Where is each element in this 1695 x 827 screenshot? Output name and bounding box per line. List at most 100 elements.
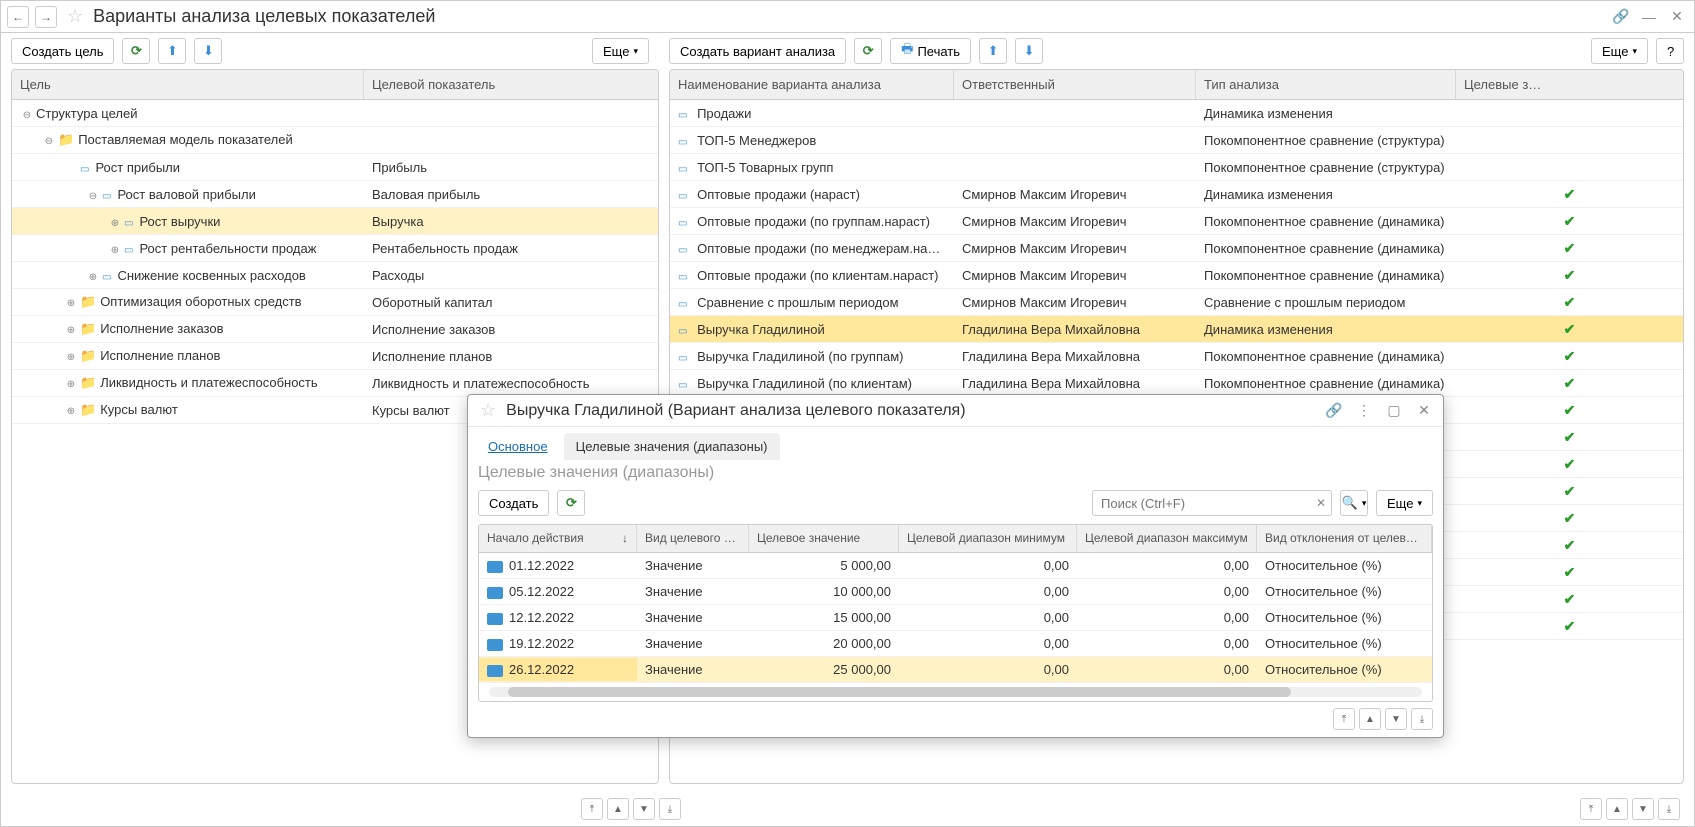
variant-row[interactable]: ▭ Оптовые продажи (по группам.нараст)Сми… — [670, 208, 1683, 235]
folder-icon: 📁 — [80, 402, 96, 417]
move-up-variant-button[interactable]: ⬆ — [979, 38, 1007, 64]
more-menu-left[interactable]: Еще ▾ — [592, 38, 649, 64]
target-row[interactable]: 05.12.2022Значение10 000,000,000,00Относ… — [479, 579, 1432, 605]
favorite-star-icon[interactable]: ☆ — [480, 400, 496, 421]
scroll-down-button[interactable]: ▼ — [633, 798, 655, 820]
target-row[interactable]: 19.12.2022Значение20 000,000,000,00Относ… — [479, 631, 1432, 657]
horizontal-scrollbar[interactable] — [489, 687, 1422, 697]
tab-targets[interactable]: Целевые значения (диапазоны) — [564, 433, 780, 460]
scroll-top-button[interactable]: ⤒ — [581, 798, 603, 820]
variant-name: Выручка Гладилиной (по группам) — [697, 349, 903, 364]
collapse-icon[interactable]: ⊖ — [42, 136, 56, 147]
variant-row[interactable]: ▭ Выручка Гладилиной (по клиентам)Гладил… — [670, 370, 1683, 397]
scroll-down-button[interactable]: ▼ — [1385, 708, 1407, 730]
tree-row[interactable]: ⊖📁Поставляемая модель показателей — [12, 127, 658, 154]
variant-row[interactable]: ▭ Оптовые продажи (по клиентам.нараст)См… — [670, 262, 1683, 289]
tree-row[interactable]: ⊕📁Исполнение плановИсполнение планов — [12, 343, 658, 370]
expand-icon[interactable]: ⊕ — [108, 218, 122, 229]
tree-row[interactable]: ⊖Структура целей — [12, 100, 658, 127]
clear-search-icon[interactable]: ✕ — [1316, 496, 1326, 510]
col-targets[interactable]: Целевые з… — [1456, 70, 1683, 99]
target-row[interactable]: 01.12.2022Значение5 000,000,000,00Относи… — [479, 553, 1432, 579]
move-down-variant-button[interactable]: ⬇ — [1015, 38, 1043, 64]
variant-row[interactable]: ▭ ПродажиДинамика изменения — [670, 100, 1683, 127]
col-type[interactable]: Тип анализа — [1196, 70, 1456, 99]
favorite-star-icon[interactable]: ☆ — [67, 6, 83, 27]
tree-row[interactable]: ⊕▭Снижение косвенных расходовРасходы — [12, 262, 658, 289]
variant-row[interactable]: ▭ ТОП-5 Товарных группПокомпонентное сра… — [670, 154, 1683, 181]
col-responsible[interactable]: Ответственный — [954, 70, 1196, 99]
pcol-kind[interactable]: Вид целевого з… — [637, 525, 749, 552]
search-input[interactable] — [1092, 490, 1332, 516]
tab-main[interactable]: Основное — [476, 433, 560, 460]
scroll-bottom-button[interactable]: ⤓ — [1658, 798, 1680, 820]
scroll-top-button[interactable]: ⤒ — [1333, 708, 1355, 730]
scroll-top-button[interactable]: ⤒ — [1580, 798, 1602, 820]
create-goal-button[interactable]: Создать цель — [11, 38, 114, 64]
create-target-button[interactable]: Создать — [478, 490, 549, 516]
col-goal[interactable]: Цель — [12, 70, 364, 99]
maximize-icon[interactable]: ▢ — [1383, 400, 1405, 422]
create-variant-button[interactable]: Создать вариант анализа — [669, 38, 846, 64]
tree-row[interactable]: ⊕📁Ликвидность и платежеспособностьЛиквид… — [12, 370, 658, 397]
close-icon[interactable]: ✕ — [1666, 6, 1688, 28]
nav-back-button[interactable]: ← — [7, 6, 29, 28]
variant-row[interactable]: ▭ Выручка Гладилиной (по группам)Гладили… — [670, 343, 1683, 370]
more-menu-right[interactable]: Еще ▾ — [1591, 38, 1648, 64]
expand-icon[interactable]: ⊕ — [64, 352, 78, 363]
scroll-up-button[interactable]: ▲ — [607, 798, 629, 820]
indicator-cell: Прибыль — [364, 156, 658, 179]
dev-cell: Относительное (%) — [1257, 632, 1432, 655]
refresh-button[interactable]: ⟳ — [122, 38, 150, 64]
col-indicator[interactable]: Целевой показатель — [364, 70, 658, 99]
collapse-icon[interactable]: ⊖ — [20, 110, 34, 121]
link-icon[interactable]: 🔗 — [1610, 6, 1632, 28]
pcol-min[interactable]: Целевой диапазон минимум — [899, 525, 1077, 552]
variant-row[interactable]: ▭ Оптовые продажи (нараст)Смирнов Максим… — [670, 181, 1683, 208]
more-targets-button[interactable]: Еще ▾ — [1376, 490, 1433, 516]
menu-dots-icon[interactable]: ⋮ — [1353, 400, 1375, 422]
nav-forward-button[interactable]: → — [35, 6, 57, 28]
expand-icon[interactable]: ⊕ — [64, 406, 78, 417]
search-menu-button[interactable]: 🔍 ▾ — [1340, 490, 1368, 516]
scroll-bottom-button[interactable]: ⤓ — [1411, 708, 1433, 730]
variant-row[interactable]: ▭ Выручка ГладилинойГладилина Вера Михай… — [670, 316, 1683, 343]
tree-row[interactable]: ▭Рост прибылиПрибыль — [12, 154, 658, 181]
pcol-max[interactable]: Целевой диапазон максимум — [1077, 525, 1257, 552]
col-variant-name[interactable]: Наименование варианта анализа — [670, 70, 954, 99]
target-row[interactable]: 26.12.2022Значение25 000,000,000,00Относ… — [479, 657, 1432, 683]
move-up-button[interactable]: ⬆ — [158, 38, 186, 64]
expand-icon[interactable]: ⊕ — [108, 245, 122, 256]
print-button[interactable]: 🖶 Печать — [890, 38, 971, 64]
minimize-icon[interactable]: — — [1638, 6, 1660, 28]
pcol-dev[interactable]: Вид отклонения от целевог… — [1257, 525, 1432, 552]
expand-icon[interactable]: ⊕ — [64, 298, 78, 309]
close-icon[interactable]: ✕ — [1413, 400, 1435, 422]
scroll-down-button[interactable]: ▼ — [1632, 798, 1654, 820]
tree-row[interactable]: ⊕▭Рост рентабельности продажРентабельнос… — [12, 235, 658, 262]
pcol-start[interactable]: Начало действия ↓ — [479, 525, 637, 552]
refresh-variants-button[interactable]: ⟳ — [854, 38, 882, 64]
move-down-button[interactable]: ⬇ — [194, 38, 222, 64]
variant-row[interactable]: ▭ Сравнение с прошлым периодомСмирнов Ма… — [670, 289, 1683, 316]
target-row[interactable]: 12.12.2022Значение15 000,000,000,00Относ… — [479, 605, 1432, 631]
tree-row[interactable]: ⊖▭Рост валовой прибылиВаловая прибыль — [12, 181, 658, 208]
scroll-up-button[interactable]: ▲ — [1606, 798, 1628, 820]
link-icon[interactable]: 🔗 — [1323, 400, 1345, 422]
variant-row[interactable]: ▭ Оптовые продажи (по менеджерам.нараст)… — [670, 235, 1683, 262]
expand-icon[interactable]: ⊕ — [86, 272, 100, 283]
variant-row[interactable]: ▭ ТОП-5 МенеджеровПокомпонентное сравнен… — [670, 127, 1683, 154]
scroll-bottom-button[interactable]: ⤓ — [659, 798, 681, 820]
help-button[interactable]: ? — [1656, 38, 1684, 64]
tree-row[interactable]: ⊕📁Оптимизация оборотных средствОборотный… — [12, 289, 658, 316]
scroll-up-button[interactable]: ▲ — [1359, 708, 1381, 730]
refresh-targets-button[interactable]: ⟳ — [557, 490, 585, 516]
node-icon: ▭ — [678, 137, 687, 148]
collapse-icon[interactable]: ⊖ — [86, 191, 100, 202]
tree-row[interactable]: ⊕📁Исполнение заказовИсполнение заказов — [12, 316, 658, 343]
tree-row[interactable]: ⊕▭Рост выручкиВыручка — [12, 208, 658, 235]
pcol-value[interactable]: Целевое значение — [749, 525, 899, 552]
expand-icon[interactable]: ⊕ — [64, 325, 78, 336]
expand-icon[interactable]: ⊕ — [64, 379, 78, 390]
check-cell: ✔ — [1456, 209, 1683, 234]
